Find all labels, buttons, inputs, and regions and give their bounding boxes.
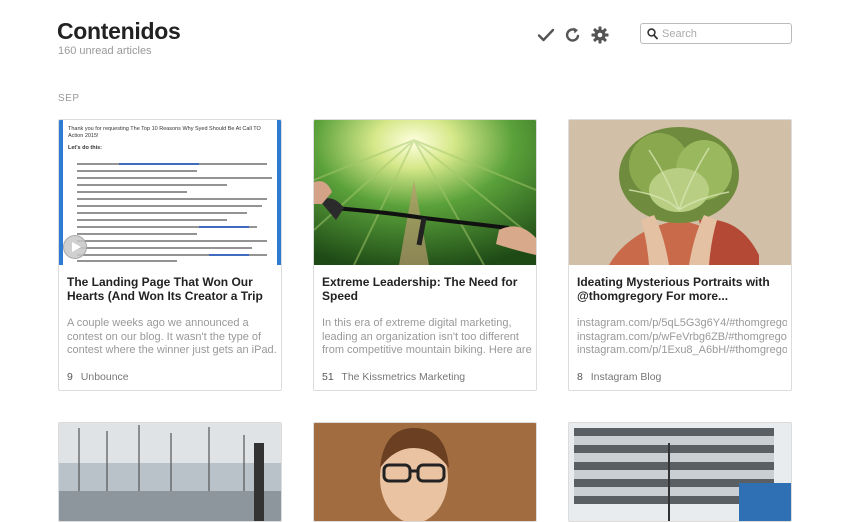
article-title: Extreme Leadership: The Need for Speed (322, 275, 518, 303)
article-thumbnail (569, 423, 791, 521)
article-excerpt: In this era of extreme digital marketing… (322, 317, 532, 358)
article-meta: 9 Unbounce (67, 371, 129, 383)
article-excerpt: A couple weeks ago we announced a contes… (67, 317, 277, 358)
check-icon[interactable] (537, 26, 555, 44)
article-title: Ideating Mysterious Portraits with @thom… (577, 275, 770, 303)
article-title: The Landing Page That Won Our Hearts (An… (67, 275, 263, 303)
article-card[interactable] (568, 422, 792, 522)
section-label: SEP (58, 93, 80, 104)
article-thumbnail: Thank you for requesting The Top 10 Reas… (59, 120, 281, 265)
search-box[interactable] (640, 23, 792, 44)
search-input[interactable] (662, 25, 787, 42)
article-meta: 51 The Kissmetrics Marketing (322, 371, 465, 383)
doc-heading: Let's do this: (68, 145, 103, 151)
article-thumbnail (569, 120, 791, 265)
article-meta: 8 Instagram Blog (577, 371, 661, 383)
search-icon (647, 28, 658, 40)
article-thumbnail (59, 423, 281, 521)
article-count: 8 (577, 371, 583, 383)
article-excerpt: instagram.com/p/5qL5G3g6Y4/#thomgregory … (577, 317, 787, 356)
article-card[interactable] (58, 422, 282, 522)
page-title: Contenidos (57, 18, 181, 44)
gear-icon[interactable] (591, 26, 609, 44)
article-card[interactable]: Thank you for requesting The Top 10 Reas… (58, 119, 282, 391)
article-source: Unbounce (80, 371, 129, 383)
unread-count: 160 unread articles (58, 45, 152, 57)
article-count: 51 (322, 371, 334, 383)
play-icon[interactable] (63, 235, 87, 259)
article-card[interactable] (313, 422, 537, 522)
article-source: Instagram Blog (590, 371, 662, 383)
refresh-icon[interactable] (564, 26, 582, 44)
doc-intro-text: Thank you for requesting The Top 10 Reas… (68, 126, 261, 139)
article-thumbnail (314, 423, 536, 521)
article-thumbnail (314, 120, 536, 265)
article-card[interactable]: Ideating Mysterious Portraits with @thom… (568, 119, 792, 391)
article-source: The Kissmetrics Marketing (341, 371, 466, 383)
article-card[interactable]: Extreme Leadership: The Need for Speed I… (313, 119, 537, 391)
article-count: 9 (67, 371, 73, 383)
